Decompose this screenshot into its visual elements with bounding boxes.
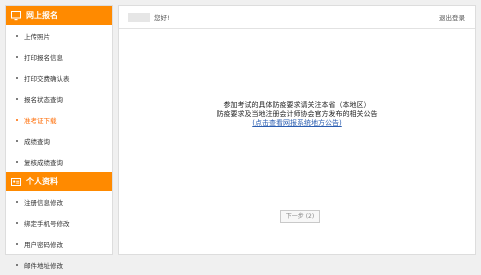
section-title: 网上报名 — [26, 11, 58, 20]
logout-link[interactable]: 退出登录 — [439, 12, 465, 22]
greeting: 您好! — [128, 12, 170, 22]
sidebar-item-label: 复核成绩查询 — [24, 158, 63, 167]
sidebar-item-edit-registration-info[interactable]: 注册信息修改 — [6, 191, 112, 212]
bullet-icon — [16, 118, 18, 121]
sidebar-item-edit-email[interactable]: 邮件地址修改 — [6, 254, 112, 275]
bullet-icon — [16, 34, 18, 37]
sidebar-item-label: 邮件地址修改 — [24, 261, 63, 270]
bullet-icon — [16, 242, 18, 245]
sidebar-item-label: 上传照片 — [24, 32, 50, 41]
sidebar-item-label: 用户密码修改 — [24, 240, 63, 249]
local-announcement-link[interactable]: (点击查看网报系统地方公告) — [252, 119, 341, 127]
sidebar-item-label: 打印交费确认表 — [24, 74, 70, 83]
sidebar-item-score-query[interactable]: 成绩查询 — [6, 130, 112, 151]
bullet-icon — [16, 76, 18, 79]
sidebar-item-registration-status[interactable]: 报名状态查询 — [6, 88, 112, 109]
bullet-icon — [16, 263, 18, 266]
bullet-icon — [16, 160, 18, 163]
section-header-online-registration[interactable]: 网上报名 — [6, 6, 112, 25]
sidebar-item-upload-photo[interactable]: 上传照片 — [6, 25, 112, 46]
bullet-icon — [16, 139, 18, 142]
monitor-icon — [11, 10, 21, 21]
notice-line-1: 参加考试的具体防疫要求请关注本省（本地区） — [223, 101, 371, 109]
section-title: 个人资料 — [26, 177, 58, 186]
sidebar-item-edit-phone[interactable]: 绑定手机号修改 — [6, 212, 112, 233]
sidebar-item-label: 准考证下载 — [24, 116, 57, 125]
bullet-icon — [16, 97, 18, 100]
section-header-personal-info[interactable]: 个人资料 — [6, 172, 112, 191]
main-panel: 您好! 退出登录 参加考试的具体防疫要求请关注本省（本地区） 防疫要求及当地注册… — [118, 5, 476, 255]
sidebar-item-label: 报名状态查询 — [24, 95, 63, 104]
sidebar: 网上报名 上传照片 打印报名信息 打印交费确认表 报名状态查询 准考证下载 成绩… — [5, 5, 113, 270]
redacted-username — [128, 12, 150, 22]
sidebar-item-score-review[interactable]: 复核成绩查询 — [6, 151, 112, 172]
next-step-button[interactable]: 下一步 (2) — [280, 210, 320, 223]
notice-line-2: 防疫要求及当地注册会计师协会官方发布的相关公告 — [216, 110, 378, 118]
bullet-icon — [16, 221, 18, 224]
epidemic-notice: 参加考试的具体防疫要求请关注本省（本地区） 防疫要求及当地注册会计师协会官方发布… — [119, 101, 475, 128]
bullet-icon — [16, 55, 18, 58]
sidebar-item-label: 绑定手机号修改 — [24, 219, 70, 228]
greeting-text: 您好! — [154, 14, 170, 22]
id-card-icon — [11, 177, 21, 187]
sidebar-item-label: 注册信息修改 — [24, 198, 63, 207]
top-bar: 您好! 退出登录 — [119, 6, 475, 29]
sidebar-item-label: 打印报名信息 — [24, 53, 63, 62]
sidebar-item-edit-password[interactable]: 用户密码修改 — [6, 233, 112, 254]
sidebar-item-print-payment-confirmation[interactable]: 打印交费确认表 — [6, 67, 112, 88]
sidebar-item-admission-ticket[interactable]: 准考证下载 — [6, 109, 112, 130]
sidebar-item-print-registration[interactable]: 打印报名信息 — [6, 46, 112, 67]
sidebar-item-label: 成绩查询 — [24, 137, 50, 146]
bullet-icon — [16, 200, 18, 203]
